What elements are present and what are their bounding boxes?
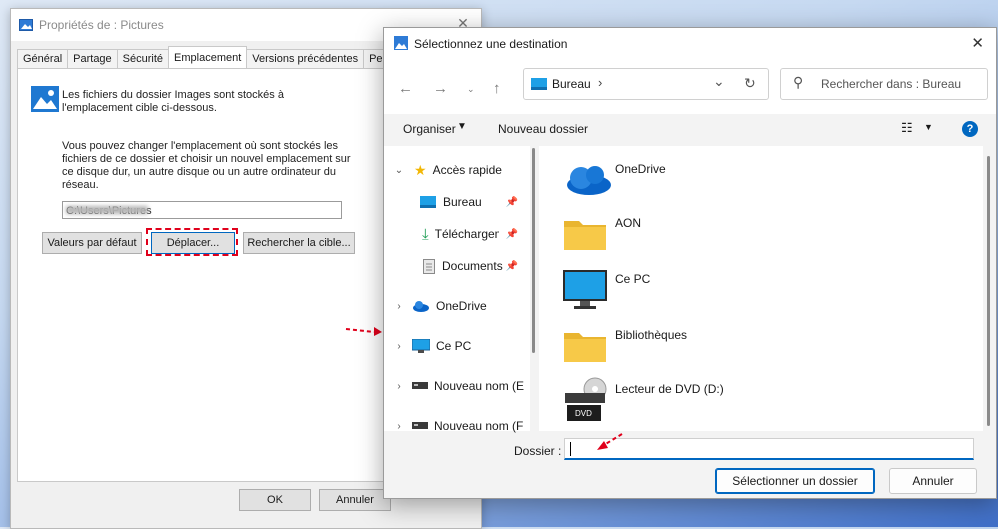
new-folder-button[interactable]: Nouveau dossier [498,122,588,136]
nav-scrollbar[interactable] [532,148,535,353]
nav-item-drive-e[interactable]: › Nouveau nom (E [392,374,530,398]
desktop-icon [531,78,547,90]
properties-tabs: Général Partage Sécurité Emplacement Ver… [17,46,398,68]
list-item-onedrive[interactable]: OneDrive [563,158,666,202]
drive-icon [412,422,428,429]
move-button[interactable]: Déplacer... [151,232,235,254]
blurred-username [66,206,148,214]
forward-arrow-icon[interactable]: → [433,80,448,97]
folder-icon [564,221,606,250]
nav-label: Accès rapide [432,163,502,177]
pin-icon[interactable]: 📌 [506,197,518,208]
download-icon: ⤓ [422,225,429,243]
ok-button[interactable]: OK [239,489,311,511]
search-placeholder: Rechercher dans : Bureau [821,77,962,91]
list-item-dvd[interactable]: DVD Lecteur de DVD (D:) [563,377,724,422]
content-pane: OneDrive AON Ce PC Bibliothèques DVD Lec… [539,146,983,431]
dvd-badge: DVD [575,409,592,418]
monitor-icon [563,270,607,309]
tab-emplacement[interactable]: Emplacement [168,46,248,68]
view-options-icon[interactable]: ☷ [901,120,913,136]
star-icon: ★ [414,161,427,178]
nav-item-downloads[interactable]: ⤓ Téléchargements 📌 [420,222,520,246]
nav-label: Nouveau nom (E [434,379,525,393]
help-icon[interactable]: ? [962,121,978,137]
move-instructions: Vous pouvez changer l'emplacement où son… [62,140,351,191]
nav-label: Documents [442,259,503,273]
nav-item-drive-f[interactable]: › Nouveau nom (F [392,414,530,438]
red-arrow-icon [597,433,623,450]
nav-item-quick-access[interactable]: ⌄ ★ Accès rapide [392,158,538,182]
caret-down-icon[interactable]: ▼ [924,122,933,132]
select-folder-button[interactable]: Sélectionner un dossier [715,468,875,494]
item-label: Ce PC [615,272,651,286]
drive-icon [412,382,428,389]
folder-label: Dossier : [514,444,562,458]
location-description: Les fichiers du dossier Images sont stoc… [62,89,284,114]
nav-label: Ce PC [436,339,472,353]
item-label: OneDrive [615,162,666,176]
red-arrow-icon [345,327,382,336]
breadcrumb-chevron-icon[interactable]: › [598,75,602,90]
item-label: Lecteur de DVD (D:) [615,382,724,396]
folder-icon [564,333,606,362]
list-item-libraries[interactable]: Bibliothèques [563,324,687,368]
address-bar[interactable]: Bureau › ⌄ ↻ [523,68,769,100]
cancel-button[interactable]: Annuler [889,468,977,494]
pin-icon[interactable]: 📌 [506,261,518,272]
command-bar: Organiser ▼ Nouveau dossier ☷ ▼ ? [384,116,996,144]
cloud-icon [413,300,429,312]
chevron-right-icon[interactable]: › [392,421,406,432]
nav-label: Nouveau nom (F [434,419,524,433]
search-input[interactable]: ⚲ Rechercher dans : Bureau [780,68,988,100]
picture-folder-icon [394,36,408,50]
chevron-right-icon[interactable]: › [392,341,406,352]
pin-icon[interactable]: 📌 [506,229,518,240]
tab-securite[interactable]: Sécurité [116,49,170,68]
list-item-this-pc[interactable]: Ce PC [563,268,650,312]
cloud-icon [567,166,611,195]
desktop-icon [420,196,436,208]
monitor-icon [412,339,430,353]
folder-picker-dialog: Sélectionnez une destination ✕ ← → ⌄ ↑ B… [383,27,997,499]
nav-label: Bureau [443,195,482,209]
refresh-icon[interactable]: ↻ [744,75,756,92]
close-icon[interactable]: ✕ [971,34,984,52]
picker-titlebar: Sélectionnez une destination ✕ [384,28,996,60]
tab-partage[interactable]: Partage [67,49,118,68]
text-cursor [570,442,571,456]
properties-title: Propriétés de : Pictures [39,18,164,32]
nav-item-this-pc[interactable]: › Ce PC [392,334,538,358]
tab-versions[interactable]: Versions précédentes [246,49,365,68]
chevron-right-icon[interactable]: › [392,381,406,392]
nav-item-bureau[interactable]: Bureau 📌 [420,190,520,214]
organise-menu[interactable]: Organiser [403,122,456,136]
item-label: AON [615,216,642,230]
tab-general[interactable]: Général [17,49,69,68]
address-text: Bureau [552,77,591,91]
up-arrow-icon[interactable]: ↑ [493,80,501,97]
chevron-down-icon[interactable]: ⌄ [713,73,725,90]
nav-label: Téléchargements [434,227,499,241]
navigation-pane: ⌄ ★ Accès rapide Bureau 📌 ⤓ Téléchargeme… [384,146,530,433]
recent-chevron-icon[interactable]: ⌄ [467,84,475,95]
documents-icon [423,258,435,274]
content-scrollbar[interactable] [987,156,990,426]
nav-item-onedrive[interactable]: › OneDrive [392,294,538,318]
caret-down-icon[interactable]: ▼ [457,121,467,132]
picker-title: Sélectionnez une destination [414,37,568,51]
find-target-button[interactable]: Rechercher la cible... [243,232,355,254]
back-arrow-icon[interactable]: ← [398,80,413,97]
default-values-button[interactable]: Valeurs par défaut [42,232,142,254]
search-icon: ⚲ [793,74,804,90]
chevron-down-icon[interactable]: ⌄ [392,165,406,176]
chevron-right-icon[interactable]: › [392,301,406,312]
cancel-button[interactable]: Annuler [319,489,391,511]
item-label: Bibliothèques [615,328,688,342]
list-item-aon[interactable]: AON [563,212,641,256]
nav-label: OneDrive [436,299,487,313]
picture-icon [31,86,59,112]
picture-folder-icon [19,19,33,31]
nav-item-documents[interactable]: Documents 📌 [420,254,520,278]
